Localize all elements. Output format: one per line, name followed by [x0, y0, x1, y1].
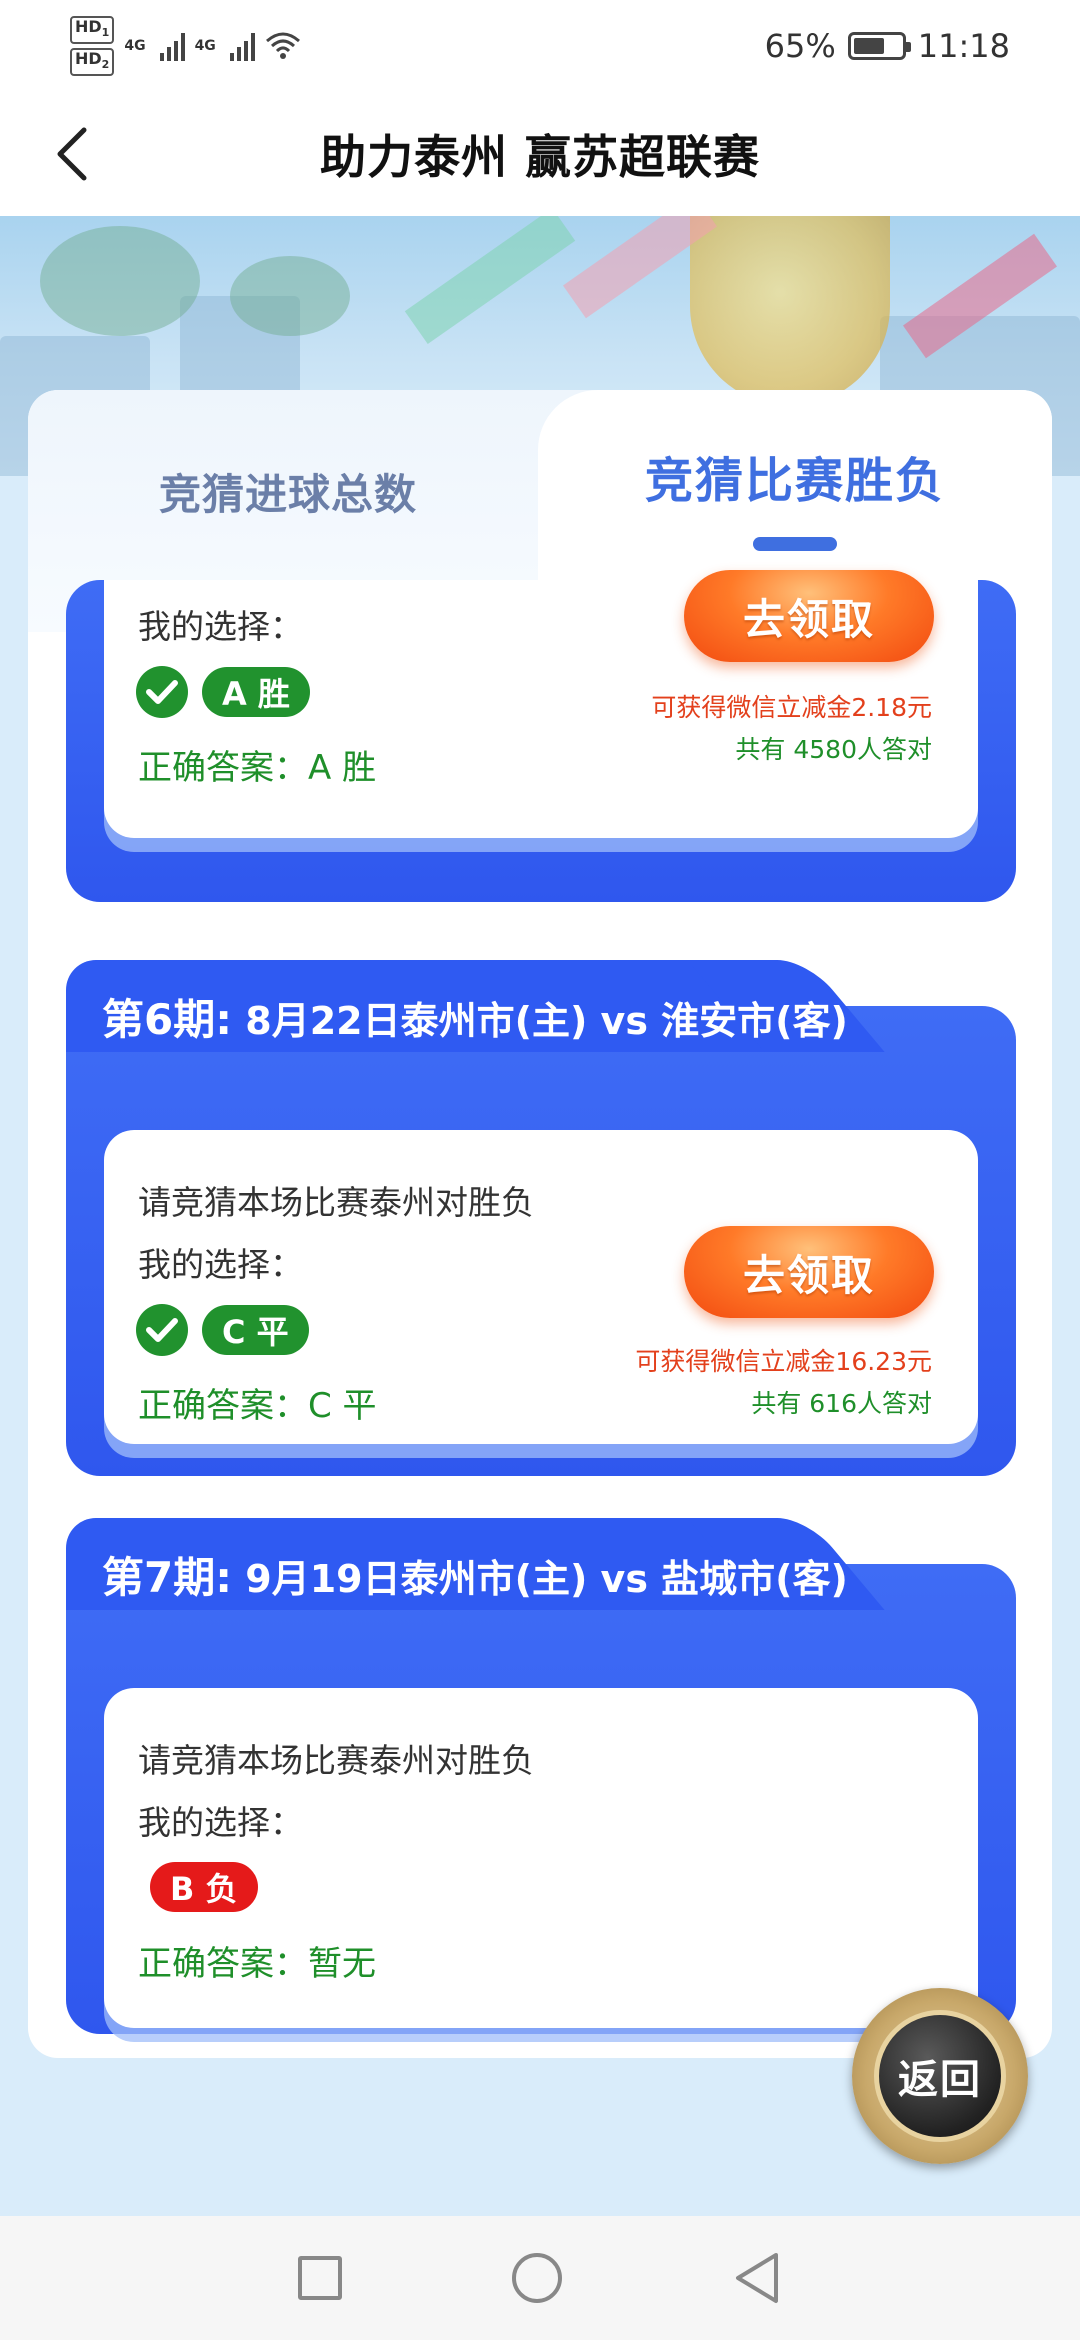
choice-row: B 负	[150, 1862, 258, 1912]
period-card: 我的选择： A 胜 正确答案：A 胜 去领取 可获得微信立减金2.18元 共有 …	[66, 570, 1016, 902]
net-type-1: 4G	[124, 38, 146, 54]
tab-indicator	[753, 537, 837, 551]
back-icon[interactable]	[732, 2251, 782, 2305]
my-choice-label: 我的选择：	[138, 1245, 303, 1284]
period-card: 第6期: 8月22日泰州市(主) vs 淮安市(客) 请竞猜本场比赛泰州对胜负 …	[66, 960, 1016, 1476]
signal-2-icon	[229, 31, 255, 61]
period-title: 第6期: 8月22日泰州市(主) vs 淮安市(客)	[102, 995, 848, 1044]
claim-button-label: 去领取	[742, 594, 875, 644]
my-choice-label: 我的选择：	[138, 607, 303, 646]
question-text: 请竞猜本场比赛泰州对胜负	[138, 1183, 534, 1222]
period-inner-card: 请竞猜本场比赛泰州对胜负 我的选择： C 平 正确答案：C 平 去领取 可获得微…	[104, 1130, 978, 1444]
correct-count: 共有 616人答对	[751, 1389, 932, 1418]
question-text: 请竞猜本场比赛泰州对胜负	[138, 1741, 534, 1780]
status-right: 65% 11:18	[765, 27, 1010, 65]
return-button-face: 返回	[874, 2010, 1006, 2142]
main-card: 竞猜进球总数 竞猜比赛胜负 我的选择： A 胜 正确答案：A 胜 去领取 可获得…	[28, 390, 1052, 2058]
reward-text: 可获得微信立减金16.23元	[635, 1347, 932, 1376]
trophy-icon	[690, 216, 890, 406]
tab-label: 竞猜比赛胜负	[644, 453, 945, 509]
check-icon	[136, 666, 188, 718]
correct-answer: 正确答案：A 胜	[138, 748, 377, 788]
period-inner-card: 请竞猜本场比赛泰州对胜负 我的选择： B 负 正确答案：暂无	[104, 1688, 978, 2028]
battery-icon	[847, 32, 911, 60]
recent-apps-icon[interactable]	[298, 2256, 342, 2300]
tab-label: 竞猜进球总数	[158, 469, 417, 519]
return-button-label: 返回	[898, 2057, 982, 2103]
status-bar: HD1 HD2 4G 4G 65% 11:18	[0, 0, 1080, 92]
hd-1-icon: HD1	[70, 15, 115, 44]
period-card: 第7期: 9月19日泰州市(主) vs 盐城市(客) 请竞猜本场比赛泰州对胜负 …	[66, 1518, 1016, 2034]
my-choice-label: 我的选择：	[138, 1803, 303, 1842]
page-title: 助力泰州 赢苏超联赛	[319, 130, 760, 184]
period-title: 第7期: 9月19日泰州市(主) vs 盐城市(客)	[102, 1553, 848, 1602]
check-icon	[136, 1304, 188, 1356]
choice-badge: B 负	[150, 1862, 258, 1912]
correct-answer: 正确答案：C 平	[138, 1386, 377, 1426]
chevron-left-icon	[57, 127, 87, 181]
choice-badge: C 平	[202, 1305, 309, 1355]
return-button[interactable]: 返回	[852, 1988, 1028, 2164]
system-nav-bar	[0, 2216, 1080, 2340]
choice-row: A 胜	[136, 666, 310, 718]
battery-percent: 65%	[764, 27, 836, 65]
clock: 11:18	[917, 27, 1010, 65]
status-left: HD1 HD2 4G 4G	[70, 15, 301, 77]
reward-text: 可获得微信立减金2.18元	[651, 693, 932, 722]
hd-2-icon: HD2	[70, 48, 115, 77]
period-inner-card: 我的选择： A 胜 正确答案：A 胜 去领取 可获得微信立减金2.18元 共有 …	[104, 570, 978, 838]
correct-count: 共有 4580人答对	[735, 735, 932, 764]
app-header: 助力泰州 赢苏超联赛	[0, 92, 1080, 216]
claim-button[interactable]: 去领取	[684, 570, 934, 662]
choice-row: C 平	[136, 1304, 309, 1356]
home-icon[interactable]	[512, 2253, 562, 2303]
wifi-icon	[265, 32, 300, 59]
hd-indicators: HD1 HD2	[70, 15, 115, 77]
back-button[interactable]	[40, 122, 104, 186]
choice-badge: A 胜	[202, 667, 310, 717]
correct-answer: 正确答案：暂无	[138, 1944, 376, 1984]
claim-button-label: 去领取	[742, 1250, 875, 1300]
claim-button[interactable]: 去领取	[684, 1226, 934, 1318]
signal-1-icon	[159, 31, 185, 61]
net-type-2: 4G	[194, 38, 216, 54]
